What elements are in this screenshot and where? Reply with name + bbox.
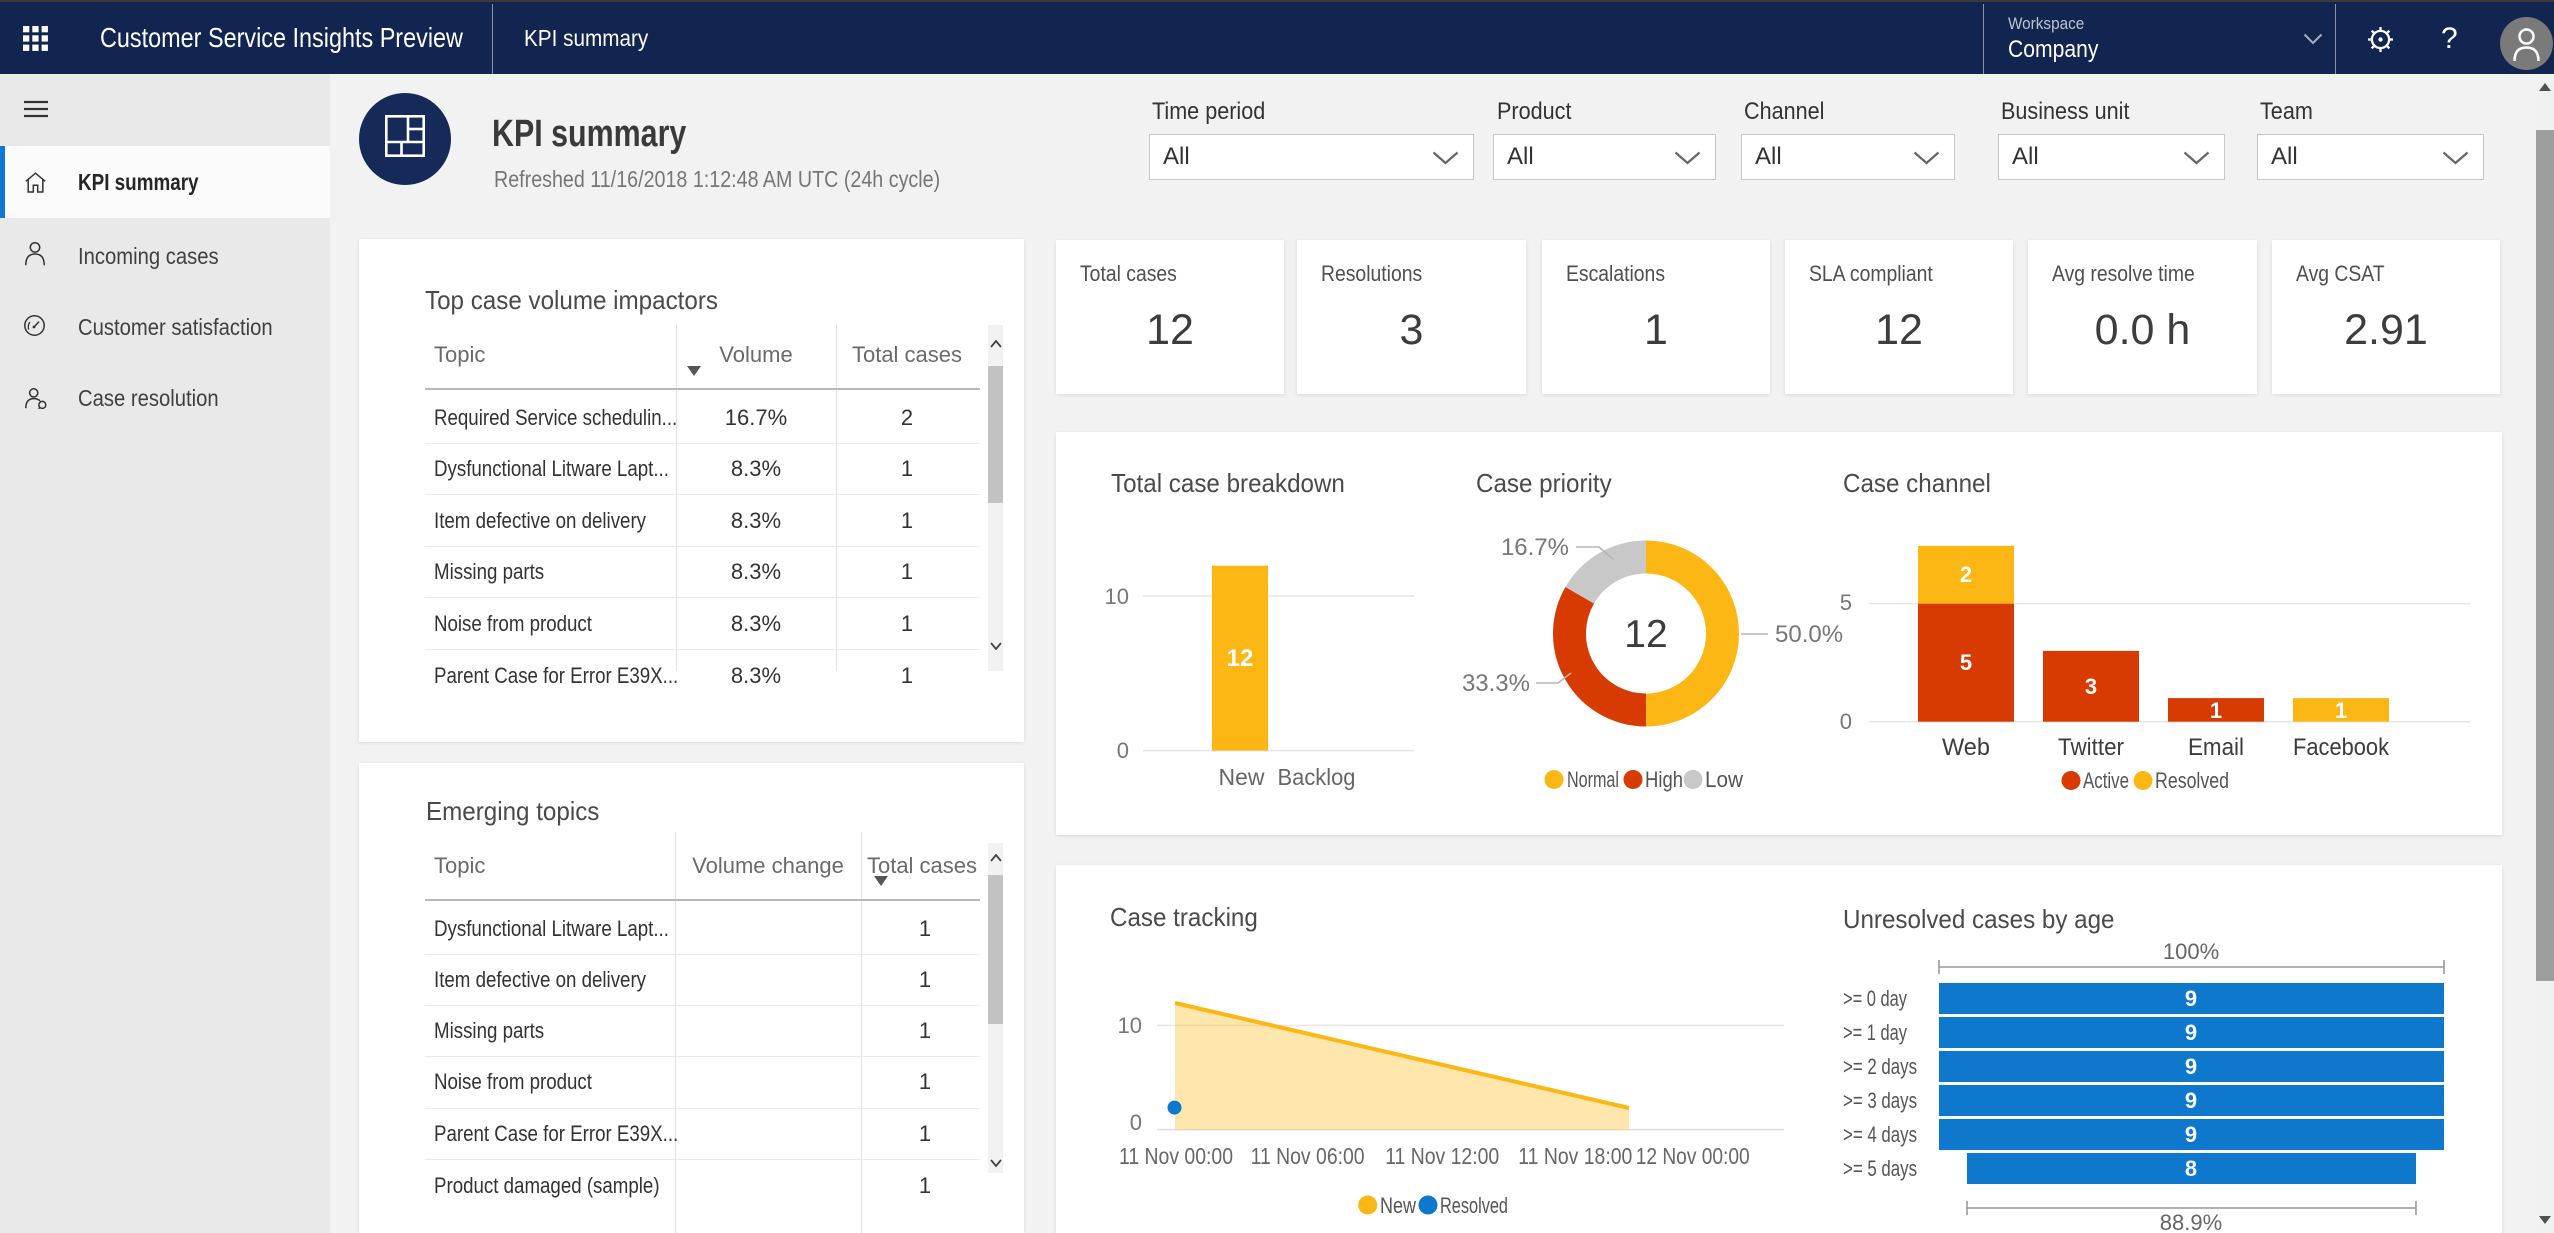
svg-text:9: 9 (2185, 986, 2197, 1011)
svg-text:11 Nov 12:00: 11 Nov 12:00 (1385, 1143, 1499, 1169)
svg-text:2: 2 (1960, 562, 1972, 587)
svg-text:Active: Active (2083, 768, 2129, 793)
svg-text:Backlog: Backlog (1278, 764, 1356, 790)
svg-text:0: 0 (1117, 738, 1129, 763)
svg-text:Facebook: Facebook (2293, 734, 2390, 761)
svg-text:Email: Email (2188, 734, 2244, 761)
svg-text:>= 2 days: >= 2 days (1843, 1054, 1917, 1079)
svg-text:5: 5 (1960, 650, 1972, 675)
svg-text:New: New (1219, 764, 1265, 790)
svg-text:88.9%: 88.9% (2160, 1210, 2222, 1233)
svg-text:10: 10 (1118, 1013, 1142, 1038)
svg-text:50.0%: 50.0% (1775, 621, 1843, 648)
svg-text:11 Nov 06:00: 11 Nov 06:00 (1251, 1143, 1365, 1169)
svg-text:>= 0 day: >= 0 day (1843, 986, 1907, 1011)
svg-text:>= 3 days: >= 3 days (1843, 1088, 1917, 1113)
svg-text:1: 1 (2210, 698, 2222, 723)
svg-text:8: 8 (2185, 1156, 2197, 1181)
svg-text:Resolved: Resolved (1440, 1193, 1508, 1218)
svg-text:>= 1 day: >= 1 day (1843, 1020, 1907, 1045)
svg-text:>= 4 days: >= 4 days (1843, 1122, 1917, 1147)
svg-text:100%: 100% (2163, 939, 2219, 964)
svg-text:9: 9 (2185, 1054, 2197, 1079)
svg-text:Resolved: Resolved (2155, 768, 2229, 793)
svg-text:High: High (1645, 767, 1683, 792)
svg-text:11 Nov 00:00: 11 Nov 00:00 (1119, 1143, 1233, 1169)
svg-text:New: New (1380, 1193, 1416, 1218)
svg-text:Low: Low (1705, 767, 1743, 792)
svg-text:9: 9 (2185, 1020, 2197, 1045)
svg-text:11 Nov 18:00: 11 Nov 18:00 (1518, 1143, 1632, 1169)
svg-text:12 Nov 00:00: 12 Nov 00:00 (1636, 1143, 1750, 1169)
svg-text:33.3%: 33.3% (1462, 670, 1530, 697)
svg-text:0: 0 (1840, 709, 1852, 734)
svg-text:9: 9 (2185, 1122, 2197, 1147)
svg-text:12: 12 (1624, 613, 1667, 656)
svg-text:Web: Web (1942, 734, 1990, 761)
svg-text:0: 0 (1130, 1110, 1142, 1135)
svg-text:Normal: Normal (1567, 767, 1619, 792)
svg-text:1: 1 (2335, 698, 2347, 723)
svg-text:12: 12 (1227, 645, 1254, 672)
svg-text:3: 3 (2085, 674, 2097, 699)
svg-text:5: 5 (1840, 590, 1852, 615)
svg-text:16.7%: 16.7% (1501, 534, 1569, 561)
svg-text:9: 9 (2185, 1088, 2197, 1113)
svg-text:>= 5 days: >= 5 days (1843, 1156, 1917, 1181)
svg-text:Twitter: Twitter (2058, 734, 2124, 761)
svg-text:10: 10 (1105, 584, 1129, 609)
